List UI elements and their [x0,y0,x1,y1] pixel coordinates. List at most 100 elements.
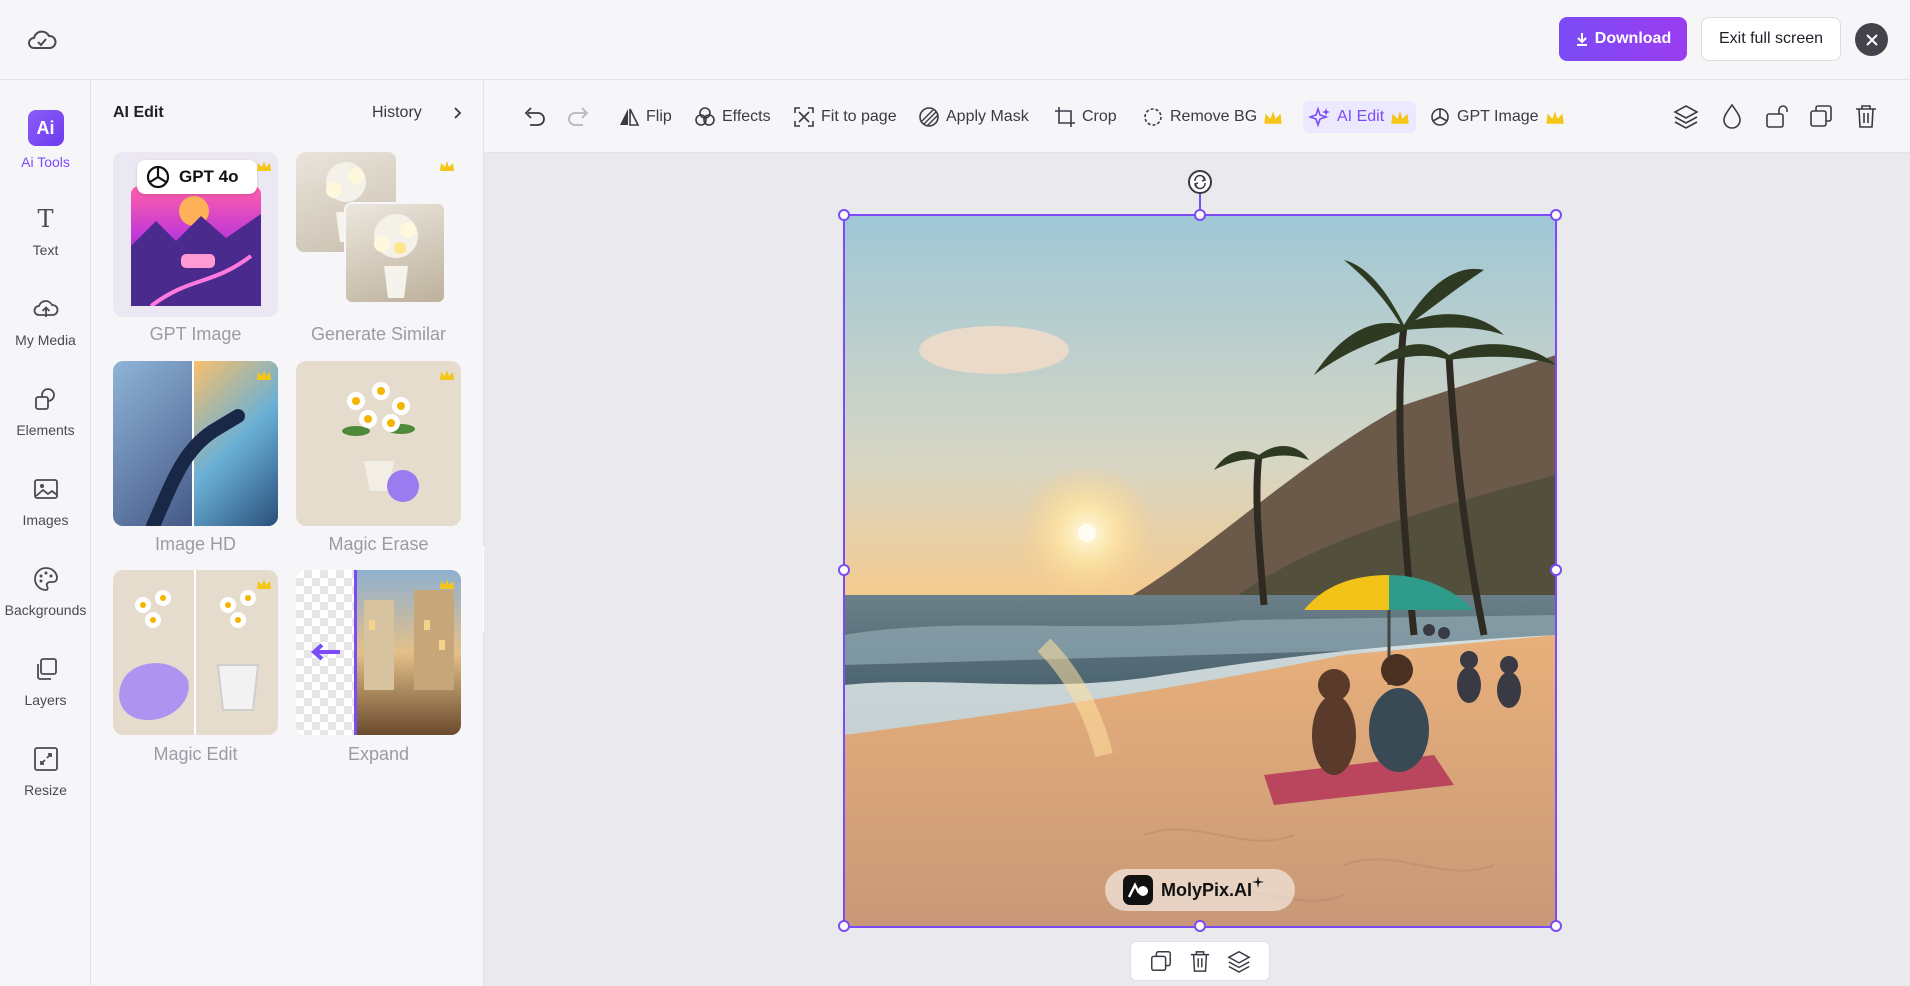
molypix-logo-icon [1123,875,1153,905]
ai-edit-button[interactable]: AI Edit [1303,101,1417,133]
resize-handle-right[interactable] [1550,564,1562,576]
resize-handle-top-right[interactable] [1550,209,1562,221]
crown-icon [1264,110,1282,124]
chevron-right-icon[interactable] [450,104,464,122]
download-button[interactable]: Download [1559,17,1687,61]
undo-icon[interactable] [522,105,546,127]
rail-item-label: Resize [24,782,67,798]
tool-label: Expand [347,744,410,764]
expand-card[interactable] [296,570,461,735]
upload-cloud-icon [31,294,61,324]
rail-item-images[interactable]: Images [0,474,91,554]
text-icon: T [37,205,54,233]
rail-item-label: Elements [16,422,75,438]
flip-label: Flip [646,108,672,125]
palette-icon [31,564,61,594]
watermark-text: MolyPix.AI [1161,879,1253,900]
panel-title: AI Edit [113,104,164,121]
crop-label: Crop [1082,108,1117,125]
apply-mask-label: Apply Mask [946,108,1029,125]
resize-handle-left[interactable] [838,564,850,576]
layers-icon [1673,105,1699,129]
rail-item-ai-tools[interactable]: Ai Ai Tools [0,110,91,190]
rotate-handle[interactable] [1188,170,1212,194]
crown-icon [1545,110,1564,124]
remove-bg-icon [1144,108,1162,126]
duplicate-icon[interactable] [1149,949,1173,973]
gpt-image-label: GPT Image [1457,108,1539,125]
magic-edit-card[interactable] [113,570,278,735]
close-button[interactable] [1855,23,1888,56]
crown-icon [257,370,271,380]
ai-edit-panel: AI Edit History GPT 4o GPT Image Generat… [91,80,484,986]
fit-to-page-button[interactable]: Fit to page [793,101,897,133]
openai-logo-icon [146,165,170,189]
history-link[interactable]: History [372,104,422,122]
crown-icon [440,370,454,380]
remove-bg-label: Remove BG [1170,108,1258,125]
layers-icon[interactable] [1227,949,1251,973]
top-bar: Download Exit full screen [0,0,1910,80]
fit-to-page-label: Fit to page [821,108,897,125]
download-label: Download [1594,30,1672,47]
sparkle-icon [1309,106,1330,128]
resize-handle-bottom-right[interactable] [1550,920,1562,932]
gpt-image-button[interactable]: GPT Image [1429,101,1565,133]
ai-tools-icon: Ai [27,110,64,146]
delete-button[interactable] [1851,101,1881,131]
duplicate-icon [1810,105,1832,127]
rail-item-text[interactable]: T Text [0,204,91,284]
resize-handle-top-left[interactable] [838,209,850,221]
magic-erase-card[interactable] [296,361,461,526]
crown-icon [440,161,454,171]
rail-item-resize[interactable]: Resize [0,744,91,824]
gpt-image-thumbnail [131,186,261,306]
effects-icon [695,107,715,126]
download-icon [1576,33,1587,46]
editor-toolbar: Flip Effects Fit to page Apply Mask Crop… [484,80,1910,153]
tool-label: Magic Erase [328,534,429,554]
rail-item-label: Text [32,242,59,258]
drop-icon [1723,103,1741,129]
opacity-button[interactable] [1717,101,1747,131]
lock-button[interactable] [1762,101,1792,131]
tool-label: GPT Image [149,324,242,344]
generate-similar-card[interactable] [296,152,461,317]
duplicate-button[interactable] [1806,101,1836,131]
rail-item-my-media[interactable]: My Media [0,294,91,374]
crown-icon [440,579,454,589]
beach-sunset-image[interactable] [844,215,1556,927]
shapes-icon [31,384,61,414]
exit-full-screen-label: Exit full screen [1718,30,1824,47]
trash-icon[interactable] [1189,949,1211,973]
layers-icon [31,654,61,684]
magic-erase-thumbnail [342,382,419,502]
effects-button[interactable]: Effects [694,101,771,133]
gpt-image-card[interactable]: GPT 4o [113,152,278,317]
rail-item-layers[interactable]: Layers [0,654,91,734]
crown-icon [257,161,271,171]
resize-handle-bottom[interactable] [1194,920,1206,932]
image-hd-card[interactable] [113,361,278,526]
ai-edit-label: AI Edit [1337,108,1385,125]
crop-icon [1055,107,1075,127]
cloud-sync-icon[interactable] [26,28,58,52]
layer-order-button[interactable] [1671,101,1701,131]
crown-icon [257,579,271,589]
exit-full-screen-button[interactable]: Exit full screen [1701,17,1841,61]
redo-icon[interactable] [567,105,591,127]
apply-mask-button[interactable]: Apply Mask [918,101,1029,133]
crop-button[interactable]: Crop [1054,101,1117,133]
remove-bg-button[interactable]: Remove BG [1142,101,1283,133]
image-icon [31,474,61,504]
rail-item-backgrounds[interactable]: Backgrounds [0,564,91,644]
flip-button[interactable]: Flip [618,101,672,133]
rail-item-elements[interactable]: Elements [0,384,91,464]
rail-item-label: Backgrounds [4,602,87,618]
arrow-left-icon [310,643,340,661]
rail-item-label: Images [22,512,69,528]
mask-icon [919,107,939,127]
resize-handle-top[interactable] [1194,209,1206,221]
resize-handle-bottom-left[interactable] [838,920,850,932]
rotate-icon [1193,174,1207,190]
